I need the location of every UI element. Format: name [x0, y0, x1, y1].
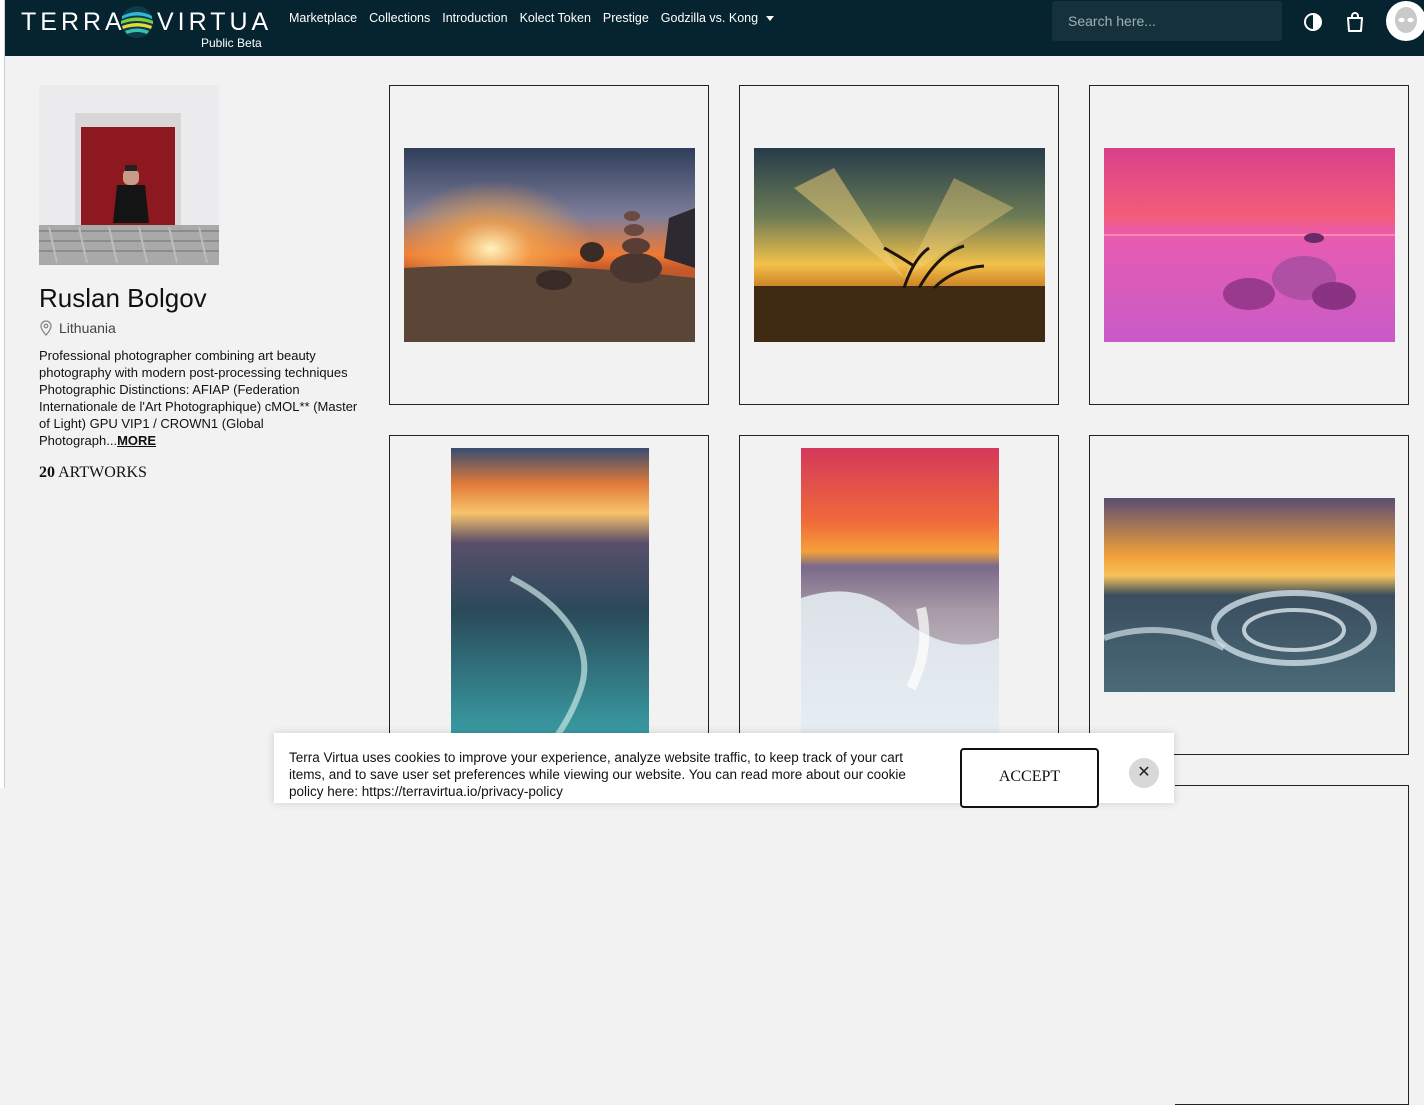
- artwork-card-1[interactable]: [389, 85, 709, 405]
- artwork-image-3: [1104, 148, 1395, 342]
- artwork-image-6: [1104, 498, 1395, 692]
- contrast-icon[interactable]: [1303, 12, 1323, 32]
- artist-profile-photo: [39, 85, 219, 265]
- artist-name: Ruslan Bolgov: [39, 283, 207, 313]
- user-avatar[interactable]: [1386, 1, 1424, 41]
- nav-item-godzilla-label: Godzilla vs. Kong: [660, 11, 759, 25]
- cookie-text: Terra Virtua uses cookies to improve you…: [289, 750, 906, 799]
- nav-item-introduction[interactable]: Introduction: [436, 11, 513, 25]
- artwork-card-6[interactable]: [1089, 435, 1409, 755]
- close-icon[interactable]: ✕: [1129, 758, 1159, 788]
- artwork-image-1: [404, 148, 695, 342]
- artwork-card-2[interactable]: [739, 85, 1059, 405]
- artwork-image-5: [801, 448, 999, 744]
- artwork-card-7-partial[interactable]: [1175, 785, 1409, 1105]
- bio-text: Professional photographer combining art …: [39, 348, 358, 448]
- search-input[interactable]: [1052, 1, 1282, 41]
- top-navbar: TERRA VIRTUA Public Beta Marketplace Col…: [5, 0, 1424, 56]
- bio-more-link[interactable]: MORE: [117, 433, 156, 448]
- artist-bio: Professional photographer combining art …: [39, 347, 359, 449]
- artwork-card-3[interactable]: [1089, 85, 1409, 405]
- logo-globe-icon: [121, 6, 153, 38]
- artwork-image-4: [451, 448, 649, 744]
- artwork-card-4[interactable]: [389, 435, 709, 755]
- artworks-count-number: 20: [39, 464, 55, 481]
- location-pin-icon: [40, 320, 52, 336]
- logo-text-terra: TERRA: [21, 8, 126, 36]
- terra-virtua-logo[interactable]: TERRA VIRTUA Public Beta: [21, 4, 268, 50]
- location-label: Lithuania: [59, 320, 116, 336]
- logo-text-virtua: VIRTUA: [157, 8, 273, 36]
- nav-item-kolect-token[interactable]: Kolect Token: [514, 11, 597, 25]
- artist-location: Lithuania: [39, 320, 116, 336]
- shopping-bag-icon[interactable]: [1345, 11, 1365, 33]
- artwork-card-5[interactable]: [739, 435, 1059, 755]
- artworks-count-label: ARTWORKS: [58, 464, 147, 481]
- cookie-banner: Terra Virtua uses cookies to improve you…: [274, 733, 1174, 808]
- main-nav: Marketplace Collections Introduction Kol…: [283, 11, 780, 25]
- artworks-count: 20 ARTWORKS: [39, 464, 147, 482]
- accept-cookies-button[interactable]: ACCEPT: [960, 748, 1099, 808]
- nav-item-prestige[interactable]: Prestige: [597, 11, 655, 25]
- alien-avatar-icon: [1395, 7, 1417, 33]
- page-edge: [0, 0, 5, 788]
- artwork-image-2: [754, 148, 1045, 342]
- nav-item-collections[interactable]: Collections: [363, 11, 436, 25]
- nav-item-marketplace[interactable]: Marketplace: [283, 11, 363, 25]
- public-beta-label: Public Beta: [201, 36, 262, 50]
- nav-item-godzilla-vs-kong[interactable]: Godzilla vs. Kong: [655, 11, 780, 25]
- chevron-down-icon: [766, 16, 775, 22]
